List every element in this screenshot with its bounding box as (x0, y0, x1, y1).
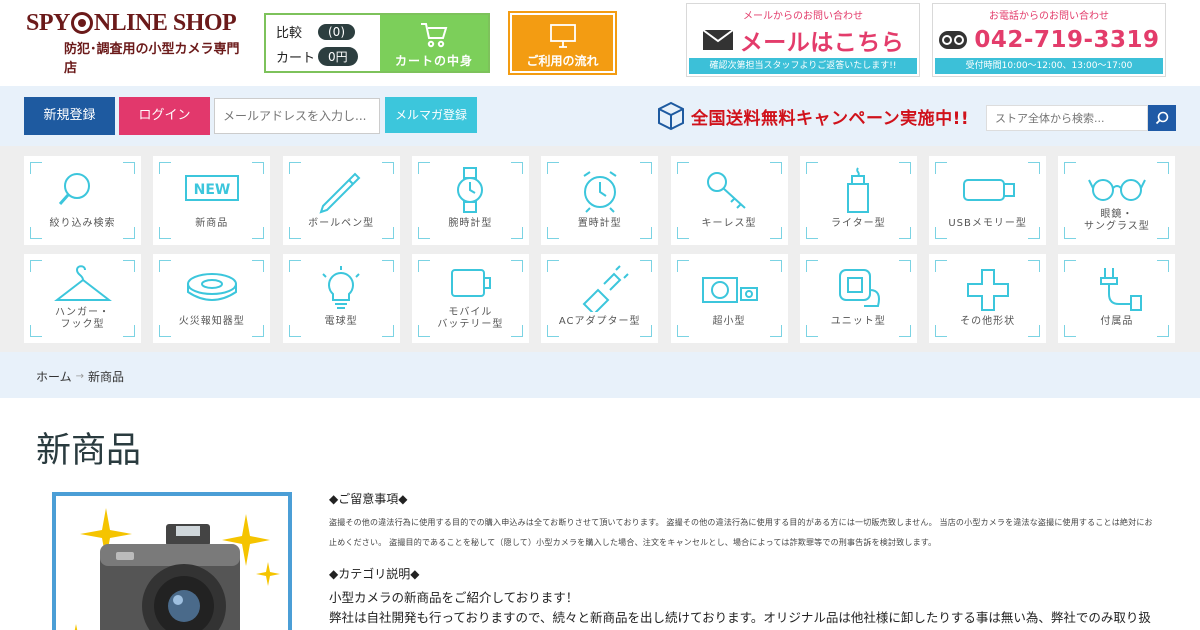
category-tile-hanger[interactable]: ハンガー・ フック型 (24, 254, 141, 343)
category-label: モバイル バッテリー型 (437, 307, 504, 330)
category-tile-wristwatch[interactable]: 腕時計型 (411, 156, 529, 245)
category-heading: ◆カテゴリ説明◆ (329, 567, 420, 581)
freedial-icon (939, 31, 968, 49)
smoke-detector-icon (186, 273, 237, 301)
category-label: USBメモリー型 (948, 218, 1027, 229)
cable-icon (1099, 268, 1142, 311)
category-label: その他形状 (960, 316, 1016, 327)
category-tile-cable[interactable]: 付属品 (1058, 254, 1176, 343)
glasses-icon (1087, 179, 1146, 201)
package-icon (658, 101, 684, 131)
category-tile-key[interactable]: キーレス型 (670, 156, 788, 245)
wristwatch-icon (457, 167, 484, 213)
breadcrumb-current: 新商品 (88, 370, 125, 384)
category-tile-battery[interactable]: モバイル バッテリー型 (411, 254, 529, 343)
category-tile-unit[interactable]: ユニット型 (799, 254, 917, 343)
magnifier-icon (58, 173, 90, 205)
notice-text: 盗撮その他の違法行為に使用する目的での購入申込みは全てお断りさせて頂いております… (329, 518, 1153, 547)
category-label: キーレス型 (701, 218, 757, 229)
category-tile-plug[interactable]: ACアダプター型 (541, 254, 659, 343)
category-tile-bulb[interactable]: 電球型 (282, 254, 400, 343)
envelope-icon (702, 29, 734, 50)
store-search-input[interactable] (986, 105, 1148, 131)
category-tile-new-badge[interactable]: NEW 新商品 (153, 156, 271, 245)
site-logo[interactable]: SPY NLINE SHOP 防犯･調査用の小型カメラ専門店 (26, 10, 246, 75)
register-button[interactable]: 新規登録 (24, 97, 115, 135)
category-tile-mini-camera[interactable]: 超小型 (670, 254, 788, 343)
bulb-icon (322, 266, 360, 309)
category-description: ◆ご留意事項◆ 盗撮その他の違法行為に使用する目的での購入申込みは全てお断りさせ… (329, 490, 1159, 630)
usage-flow-button[interactable]: ご利用の流れ (508, 11, 617, 75)
category-label: ライター型 (830, 218, 886, 229)
compare-row[interactable]: 比較 (0) (276, 19, 381, 44)
logo-subtitle: 防犯･調査用の小型カメラ専門店 (64, 41, 240, 75)
monitor-icon (549, 24, 576, 48)
cart-icon (421, 23, 448, 48)
pen-icon (319, 172, 361, 214)
hanger-icon (53, 265, 112, 301)
phone-contact-banner[interactable]: お電話からのお問い合わせ 042-719-3319 受付時間10:00～12:0… (932, 3, 1166, 77)
category-tile-magnifier[interactable]: 絞り込み検索 (24, 156, 141, 245)
category-label: 超小型 (712, 316, 746, 327)
nav-bar: 新規登録 ログイン メルマガ登録 全国送料無料キャンペーン実施中!! (0, 86, 1200, 146)
category-label: 火災報知器型 (178, 316, 245, 327)
category-tile-alarm-clock[interactable]: 置時計型 (541, 156, 659, 245)
cart-amount: 0円 (318, 47, 358, 66)
breadcrumb: ホーム → 新商品 (0, 352, 1200, 398)
cart-contents-button[interactable]: カートの中身 (380, 15, 488, 71)
newsletter-email-input[interactable] (214, 98, 380, 134)
plug-icon (582, 265, 629, 312)
category-label: 腕時計型 (448, 218, 493, 229)
breadcrumb-separator: → (75, 371, 85, 382)
lighter-icon (847, 167, 870, 213)
site-header: SPY NLINE SHOP 防犯･調査用の小型カメラ専門店 比較 (0) カー… (0, 0, 1200, 86)
login-button[interactable]: ログイン (119, 97, 210, 135)
category-label: ボールペン型 (308, 218, 375, 229)
usb-icon (962, 179, 1015, 201)
free-shipping-campaign[interactable]: 全国送料無料キャンペーン実施中!! (657, 100, 969, 132)
mail-contact-banner[interactable]: メールからのお問い合わせ メールはこちら 確認次第担当スタッフよりご返答いたしま… (686, 3, 920, 77)
lens-icon (70, 12, 93, 34)
alarm-clock-icon (583, 171, 617, 213)
cart-row[interactable]: カート 0円 (276, 44, 381, 69)
battery-icon (451, 269, 492, 297)
notice-heading: ◆ご留意事項◆ (329, 492, 408, 506)
svg-text:NEW: NEW (193, 182, 230, 198)
compare-count: (0) (318, 23, 355, 40)
category-label: ハンガー・ フック型 (55, 307, 110, 330)
category-label: 眼鏡・ サングラス型 (1083, 209, 1150, 232)
category-label: ACアダプター型 (558, 316, 641, 327)
camera-sparkle-illustration (74, 508, 280, 630)
category-line-1: 小型カメラの新商品をご紹介しております！ (329, 590, 579, 605)
category-label: 絞り込み検索 (49, 218, 116, 229)
new-products-hero-image (52, 492, 292, 630)
mini-camera-icon (702, 277, 758, 303)
category-label: 電球型 (324, 316, 358, 327)
breadcrumb-home[interactable]: ホーム (36, 368, 72, 385)
plus-icon (966, 269, 1009, 311)
newsletter-subscribe-button[interactable]: メルマガ登録 (385, 97, 477, 133)
category-tile-smoke-detector[interactable]: 火災報知器型 (153, 254, 271, 343)
category-tile-pen[interactable]: ボールペン型 (282, 156, 400, 245)
cart-summary: 比較 (0) カート 0円 カートの中身 (264, 13, 490, 73)
logo-text: SPY NLINE SHOP (26, 10, 237, 36)
category-grid: 絞り込み検索 NEW 新商品 ボールペン型 腕時計型 置時計型 キーレス型 ライター型 USBメ… (0, 146, 1200, 352)
category-tile-lighter[interactable]: ライター型 (799, 156, 917, 245)
unit-icon (839, 269, 881, 307)
category-line-2: 弊社は自社開発も行っておりますので、続々と新商品を出し続けております。オリジナル… (329, 610, 1151, 625)
new-badge-icon: NEW (184, 175, 239, 201)
category-tile-glasses[interactable]: 眼鏡・ サングラス型 (1058, 156, 1176, 245)
search-button[interactable] (1148, 105, 1176, 131)
category-label: 置時計型 (577, 218, 622, 229)
category-tile-usb[interactable]: USBメモリー型 (929, 156, 1047, 245)
search-icon (1155, 111, 1169, 125)
key-icon (707, 172, 746, 209)
category-label: 新商品 (195, 218, 229, 229)
page-title: 新商品 (36, 431, 142, 471)
category-label: ユニット型 (830, 316, 886, 327)
category-label: 付属品 (1100, 316, 1134, 327)
category-tile-plus[interactable]: その他形状 (929, 254, 1047, 343)
